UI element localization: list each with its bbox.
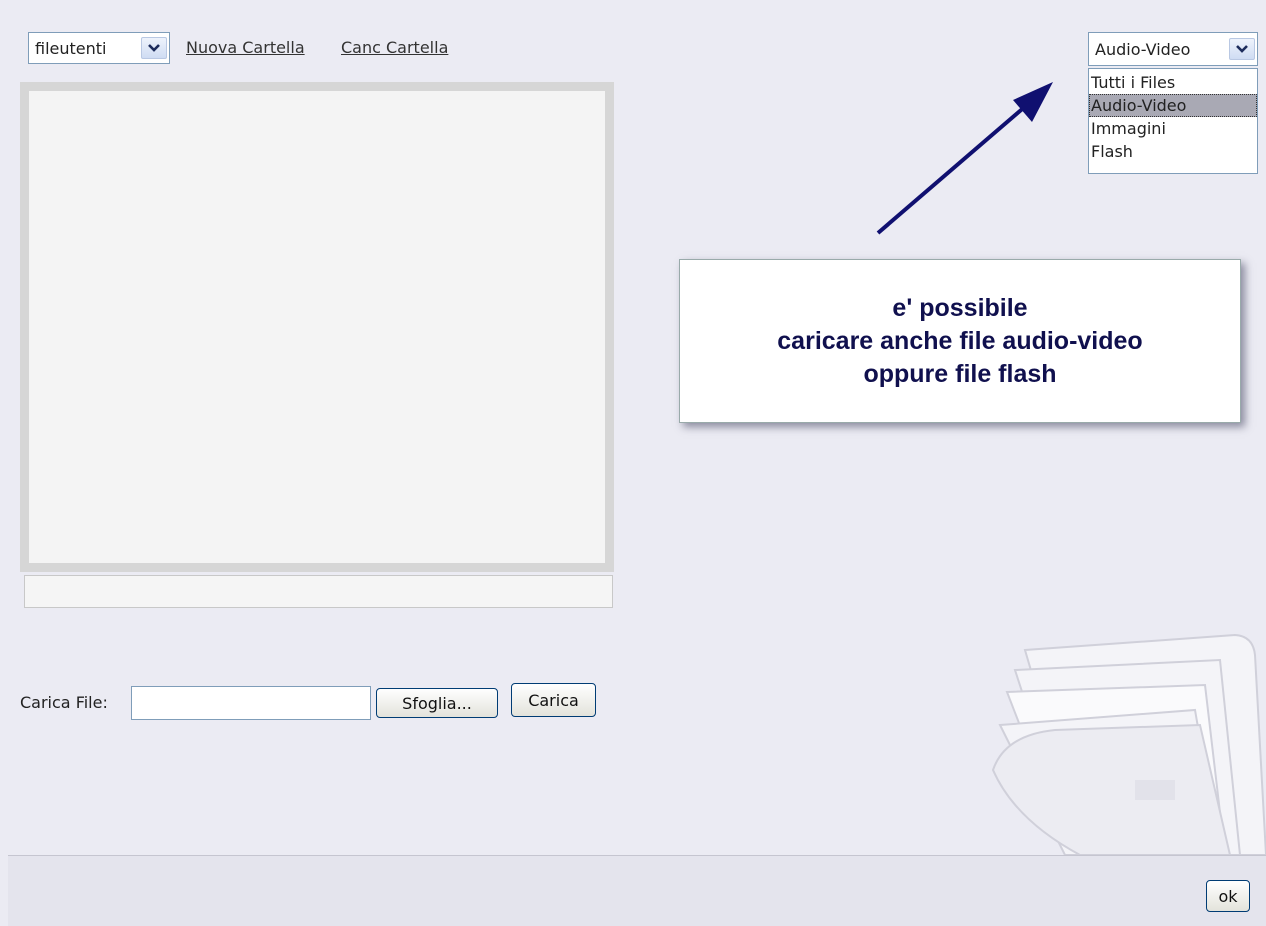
folder-select[interactable]: fileutenti [28, 32, 170, 64]
dropdown-option[interactable]: Immagini [1089, 117, 1257, 140]
file-type-select-value: Audio-Video [1095, 39, 1191, 59]
callout-line: e' possibile [892, 293, 1028, 322]
new-folder-link[interactable]: Nuova Cartella [186, 38, 305, 57]
folder-select-value: fileutenti [35, 38, 107, 58]
chevron-down-icon[interactable] [141, 37, 167, 59]
callout-line: oppure file flash [863, 359, 1057, 388]
upload-button[interactable]: Carica [511, 683, 596, 717]
browse-button[interactable]: Sfoglia... [376, 688, 498, 718]
arrow-icon [876, 82, 1053, 235]
file-type-select[interactable]: Audio-Video [1088, 32, 1258, 66]
delete-folder-link[interactable]: Canc Cartella [341, 38, 448, 57]
file-list-panel [20, 82, 614, 572]
file-type-dropdown-list: Tutti i Files Audio-Video Immagini Flash [1088, 68, 1258, 174]
dropdown-option-selected[interactable]: Audio-Video [1089, 94, 1257, 117]
dropdown-option[interactable]: Flash [1089, 140, 1257, 163]
dropdown-option[interactable]: Tutti i Files [1089, 71, 1257, 94]
file-list-area[interactable] [29, 91, 605, 563]
info-callout: e' possibile caricare anche file audio-v… [679, 259, 1241, 423]
callout-line: caricare anche file audio-video [777, 326, 1143, 355]
file-path-box [24, 575, 613, 608]
chevron-down-icon[interactable] [1229, 38, 1255, 60]
folder-icon [991, 633, 1266, 856]
file-input[interactable] [131, 686, 371, 720]
upload-label: Carica File: [20, 693, 108, 712]
ok-button[interactable]: ok [1206, 880, 1250, 912]
footer-bar [8, 855, 1266, 926]
